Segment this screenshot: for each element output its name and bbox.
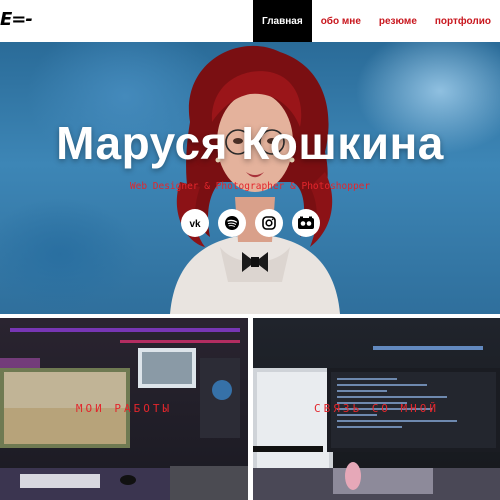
- nav-item-resume[interactable]: резюме: [370, 0, 426, 42]
- bandcamp-link[interactable]: [291, 209, 320, 237]
- social-links: vk: [0, 209, 500, 237]
- site-logo[interactable]: E=-: [0, 9, 33, 30]
- spotify-link[interactable]: [217, 209, 246, 237]
- contact-card[interactable]: СВЯЗЬ СО МНОЙ: [253, 318, 500, 500]
- site-header: E=- Главная обо мне резюме портфолио: [0, 0, 500, 42]
- contact-label: СВЯЗЬ СО МНОЙ: [313, 402, 440, 415]
- bandcamp-icon: [297, 216, 314, 229]
- vk-icon: vk: [189, 219, 201, 230]
- spotify-icon: [224, 216, 239, 230]
- my-works-label: МОИ РАБОТЫ: [75, 402, 173, 415]
- nav-item-portfolio[interactable]: портфолио: [426, 0, 500, 42]
- hero-portrait-image: [170, 45, 340, 314]
- hero-banner: Маруся Кошкина Web Designer & Photograph…: [0, 42, 500, 314]
- vk-link[interactable]: vk: [180, 209, 209, 237]
- nav-item-home[interactable]: Главная: [253, 0, 312, 42]
- svg-text:vk: vk: [189, 219, 201, 230]
- my-works-card[interactable]: МОИ РАБОТЫ: [0, 318, 248, 500]
- hero-subtitle: Web Designer & Photographer & Photoshopp…: [129, 181, 371, 192]
- instagram-icon: [261, 216, 276, 230]
- instagram-link[interactable]: [254, 209, 283, 237]
- nav-item-about[interactable]: обо мне: [312, 0, 370, 42]
- page-title: Маруся Кошкина: [56, 117, 444, 169]
- main-nav: Главная обо мне резюме портфолио: [253, 0, 500, 42]
